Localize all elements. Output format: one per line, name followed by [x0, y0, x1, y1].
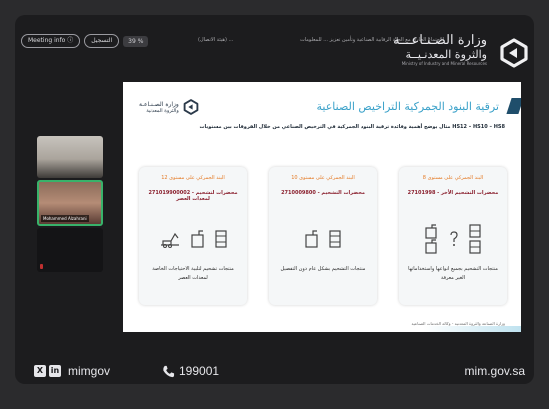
meeting-toolbar: Meeting info ⓘ التسجيل 39 % [21, 34, 149, 48]
website-url[interactable]: mim.gov.sa [465, 364, 525, 378]
participants-strip: Mohammed Alzahrani [37, 136, 105, 274]
slide-logo-line-2: والثروة المعدنية [146, 107, 179, 114]
slide-logo: وزارة الصـنـاعـة والثروة المعدنية [139, 99, 199, 115]
meeting-info-button[interactable]: Meeting info ⓘ [21, 34, 81, 48]
card-hs12: البند الجمركي على مستوى 12 271019900002 … [139, 167, 247, 305]
participant-video[interactable] [37, 136, 103, 178]
oil-barrel-icon [329, 230, 341, 248]
oil-can-icon [425, 224, 437, 254]
oil-barrel-icon [469, 224, 481, 254]
oil-can-icon [305, 230, 318, 248]
card-hs10: البند الجمركي على مستوى 10 2710009800 - … [269, 167, 377, 305]
card-footer: منتجات تشحيم لتلبية الاحتياجات الخاصة لم… [152, 266, 234, 281]
oil-barrel-icon [215, 230, 227, 248]
notice-text-left: (هيئة الاتصال) ... [198, 37, 234, 43]
title-accent [506, 98, 521, 114]
phone-contact: 199001 [162, 364, 219, 378]
logo-line-1: وزارة الصـنـاعـــة [393, 33, 487, 48]
mic-muted-icon [40, 264, 43, 269]
social-handle: mimgov [68, 364, 111, 378]
phone-number: 199001 [179, 364, 220, 378]
card-hs8: البند الجمركي على مستوى 8 27101998 - محض… [399, 167, 507, 305]
card-heading: البند الجمركي على مستوى 12 [161, 175, 225, 181]
linkedin-icon[interactable]: in [49, 365, 61, 377]
hs-level-cards: البند الجمركي على مستوى 12 271019900002 … [139, 167, 507, 305]
question-mark-icon [450, 231, 458, 246]
participant-name: Mohammed Alzahrani [41, 215, 89, 222]
card-heading: البند الجمركي على مستوى 10 [291, 175, 355, 181]
record-button[interactable]: التسجيل [84, 34, 120, 48]
card-code: 271019900002 - محضرات لتشحيم لمعدات العص… [148, 190, 238, 202]
slide-subtitle: مثال يوضح أهمية وفائدة ترقية البنود الجم… [199, 124, 506, 130]
phone-icon [163, 365, 175, 377]
card-heading: البند الجمركي على مستوى 8 [422, 175, 484, 181]
slide-title: ترقية البنود الجمركية التراخيص الصناعية [316, 100, 499, 113]
card-code: 2710009800 - محضرات التشحيم [281, 190, 365, 196]
shared-slide: وزارة الصـنـاعـة والثروة المعدنية ترقية … [123, 82, 521, 332]
zoom-percentage: 39 % [123, 35, 149, 47]
participant-video-active[interactable]: Mohammed Alzahrani [37, 180, 103, 226]
card-code: 27101998 - محضرات التشحيم الأخر [407, 190, 499, 196]
bottom-banner: X in mimgov 199001 mim.gov.sa [34, 364, 525, 384]
card-footer: منتجات التشحيم بجميع انواعها واستخداماته… [408, 266, 498, 281]
card-footer: منتجات التشحيم بشكل عام دون التفصيل [280, 266, 366, 272]
participant-video-off[interactable] [37, 228, 103, 272]
ministry-logo-icon [500, 38, 528, 68]
ministry-logo-icon [183, 99, 199, 115]
excavator-icon [161, 232, 179, 248]
slide-footer-note: وزارة الصناعة والثروة المعدنية - وكالة ا… [411, 321, 505, 326]
slide-logo-line-1: وزارة الصـنـاعـة [139, 100, 179, 108]
ministry-logo-text: وزارة الصـنـاعـــة والثروة المعدنـيــة M… [393, 34, 487, 67]
social-links: X in mimgov [34, 364, 110, 378]
x-twitter-icon[interactable]: X [34, 365, 46, 377]
logo-line-3: Ministry of Industry and Mineral Resourc… [401, 61, 487, 66]
oil-can-icon [191, 230, 204, 248]
footer-stripe [423, 326, 521, 332]
logo-line-2: والثروة المعدنـيــة [405, 48, 487, 61]
